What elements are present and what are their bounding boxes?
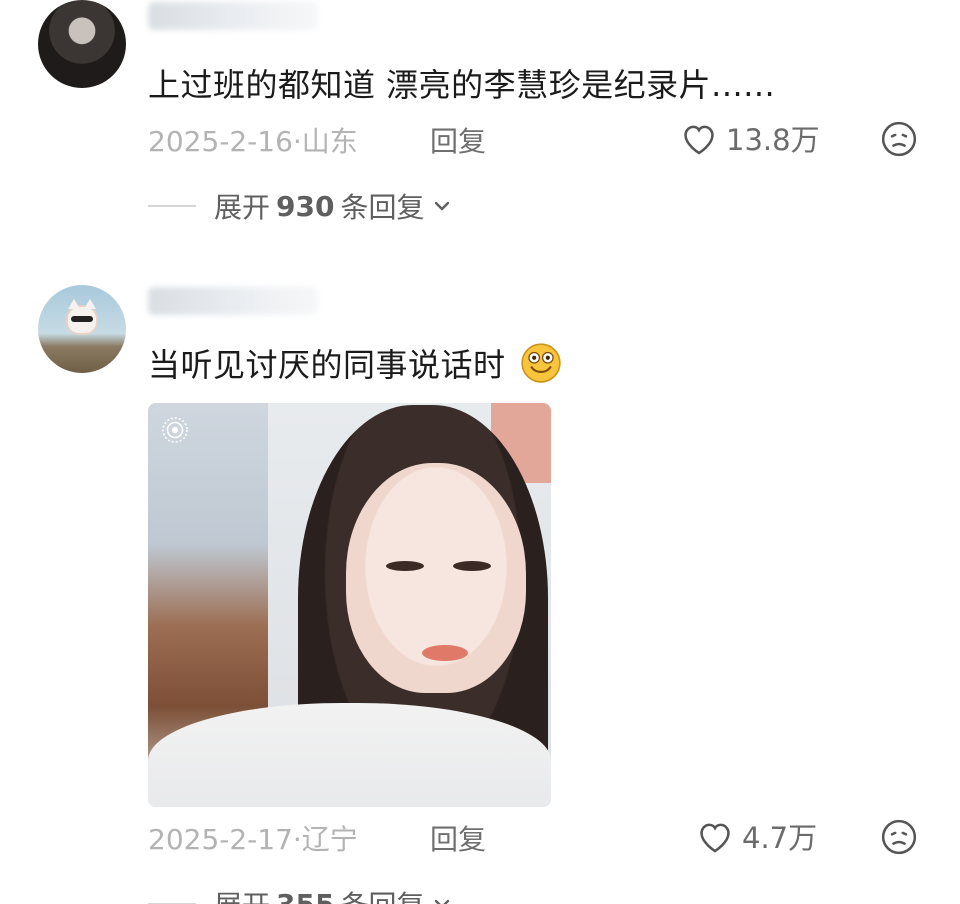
sunglasses [71,316,93,322]
heart-outline-icon [700,823,730,853]
comment-text-line: 当听见讨厌的同事说话时 [148,340,562,386]
expand-prefix: 展开 [214,884,270,904]
reply-count: 355 [276,887,335,904]
reply-button[interactable]: 回复 [430,818,486,858]
comment-item: 当听见讨厌的同事说话时 2025-2-17·辽宁 回复 4.7万 355 [0,0,960,904]
image-mouth [422,645,468,661]
image-shirt [148,703,551,807]
unhappy-face-icon[interactable] [880,818,918,856]
avatar[interactable] [38,285,126,373]
live-photo-icon [162,417,188,443]
chevron-down-icon [435,899,450,904]
comment-image[interactable] [148,403,551,807]
expand-replies-button[interactable]: 展开 355 条回复 [148,884,452,904]
like-button[interactable]: 4.7万 [696,816,817,856]
username-blurred[interactable] [148,287,318,315]
expand-suffix: 条回复 [340,884,424,904]
grinning-face-icon [521,343,561,383]
like-count: 4.7万 [742,821,818,855]
comment-list: 上过班的都知道 漂亮的李慧珍是纪录片...... 2025-2-16·山东 回复… [0,0,960,904]
image-eye [453,561,491,571]
comment-text: 当听见讨厌的同事说话时 [148,346,506,384]
image-eye [386,561,424,571]
comment-date-location: 2025-2-17·辽宁 [148,823,358,856]
